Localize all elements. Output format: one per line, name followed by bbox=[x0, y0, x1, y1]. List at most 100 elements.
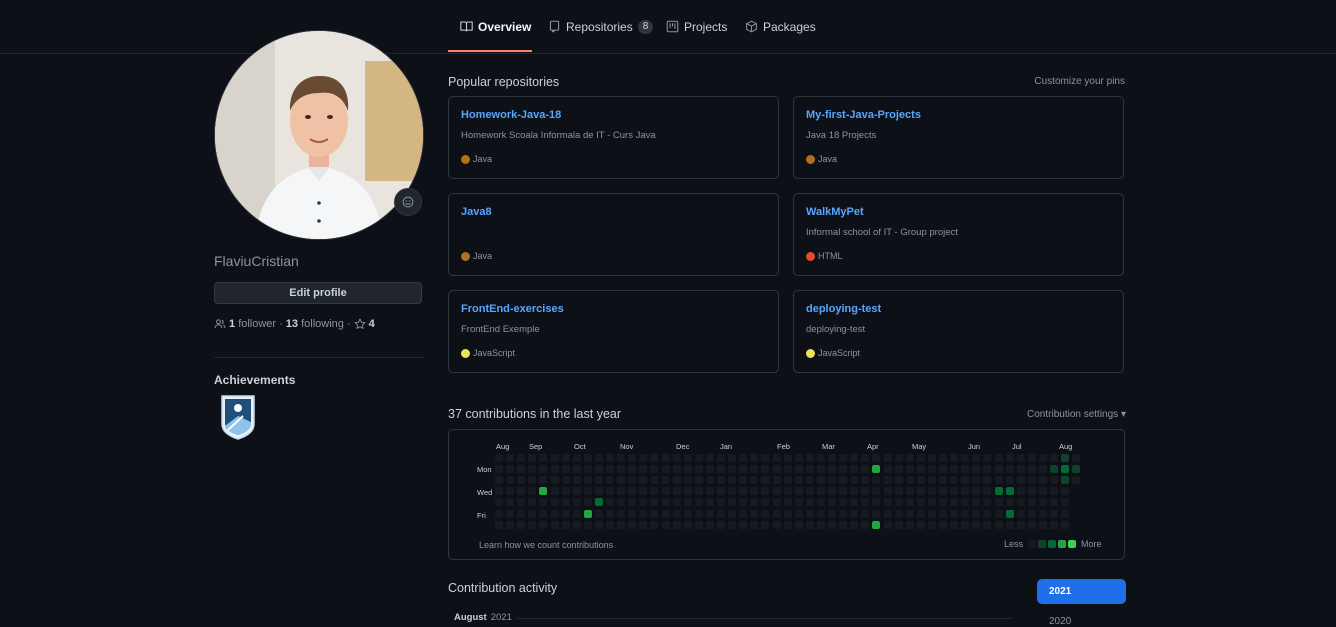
contribution-day[interactable] bbox=[1038, 520, 1047, 529]
contribution-day[interactable] bbox=[983, 509, 992, 518]
contribution-day[interactable] bbox=[550, 498, 559, 507]
contribution-day[interactable] bbox=[772, 454, 781, 462]
contribution-day[interactable] bbox=[1027, 498, 1036, 507]
contribution-day[interactable] bbox=[683, 465, 692, 474]
contribution-day[interactable] bbox=[528, 454, 537, 462]
contribution-day[interactable] bbox=[839, 498, 848, 507]
contribution-day[interactable] bbox=[805, 498, 814, 507]
contribution-day[interactable] bbox=[872, 487, 881, 496]
contribution-day[interactable] bbox=[1050, 487, 1058, 496]
contribution-day[interactable] bbox=[650, 487, 659, 496]
contribution-day[interactable] bbox=[772, 487, 781, 496]
contribution-day[interactable] bbox=[905, 465, 914, 474]
contribution-day[interactable] bbox=[561, 520, 570, 529]
contribution-day[interactable] bbox=[661, 498, 670, 507]
contribution-day[interactable] bbox=[983, 487, 992, 496]
contribution-day[interactable] bbox=[1038, 476, 1047, 485]
contribution-day[interactable] bbox=[783, 509, 792, 518]
contribution-day[interactable] bbox=[739, 520, 748, 529]
contribution-day[interactable] bbox=[883, 509, 892, 518]
contribution-day[interactable] bbox=[805, 520, 814, 529]
contribution-day[interactable] bbox=[683, 487, 692, 496]
learn-contributions-link[interactable]: Learn how we count contributions bbox=[479, 540, 613, 550]
contribution-day[interactable] bbox=[816, 454, 825, 462]
contribution-day[interactable] bbox=[1005, 465, 1014, 474]
contribution-day[interactable] bbox=[750, 498, 759, 507]
contribution-day[interactable] bbox=[1050, 509, 1058, 518]
contribution-day[interactable] bbox=[861, 520, 870, 529]
contribution-day[interactable] bbox=[972, 509, 981, 518]
contribution-day[interactable] bbox=[939, 465, 947, 474]
contribution-day[interactable] bbox=[606, 509, 614, 518]
contribution-day[interactable] bbox=[661, 476, 670, 485]
tab-projects[interactable]: Projects bbox=[666, 0, 727, 53]
contribution-day[interactable] bbox=[617, 520, 626, 529]
contribution-day[interactable] bbox=[561, 454, 570, 462]
contribution-day[interactable] bbox=[506, 520, 515, 529]
contribution-day[interactable] bbox=[894, 520, 903, 529]
contribution-day[interactable] bbox=[927, 487, 936, 496]
contribution-day[interactable] bbox=[950, 509, 959, 518]
contribution-day[interactable] bbox=[828, 454, 836, 462]
contribution-day[interactable] bbox=[694, 487, 703, 496]
contribution-day[interactable] bbox=[839, 487, 848, 496]
contribution-day[interactable] bbox=[628, 454, 637, 462]
contribution-day[interactable] bbox=[750, 476, 759, 485]
contribution-day[interactable] bbox=[1016, 454, 1025, 462]
contribution-day[interactable] bbox=[561, 465, 570, 474]
contribution-day[interactable] bbox=[606, 465, 614, 474]
contribution-day[interactable] bbox=[905, 454, 914, 462]
contribution-day[interactable] bbox=[617, 487, 626, 496]
contribution-day[interactable] bbox=[961, 509, 970, 518]
contribution-day[interactable] bbox=[661, 509, 670, 518]
contribution-day[interactable] bbox=[550, 509, 559, 518]
contribution-day[interactable] bbox=[705, 465, 714, 474]
contribution-day[interactable] bbox=[750, 509, 759, 518]
repo-link[interactable]: WalkMyPet bbox=[806, 206, 1111, 221]
contribution-day[interactable] bbox=[694, 520, 703, 529]
contribution-day[interactable] bbox=[650, 476, 659, 485]
repo-link[interactable]: My-first-Java-Projects bbox=[806, 109, 1111, 124]
contribution-day[interactable] bbox=[572, 509, 581, 518]
contribution-day[interactable] bbox=[506, 465, 515, 474]
contribution-day[interactable] bbox=[694, 509, 703, 518]
contribution-day[interactable] bbox=[583, 509, 592, 518]
contribution-day[interactable] bbox=[550, 476, 559, 485]
repo-link[interactable]: Java8 bbox=[461, 206, 766, 221]
contribution-day[interactable] bbox=[772, 509, 781, 518]
contribution-day[interactable] bbox=[916, 487, 925, 496]
contribution-day[interactable] bbox=[839, 454, 848, 462]
contribution-day[interactable] bbox=[861, 509, 870, 518]
contribution-day[interactable] bbox=[495, 465, 503, 474]
contribution-day[interactable] bbox=[672, 465, 681, 474]
contribution-day[interactable] bbox=[783, 498, 792, 507]
contribution-day[interactable] bbox=[650, 498, 659, 507]
contribution-day[interactable] bbox=[594, 520, 603, 529]
contribution-day[interactable] bbox=[805, 509, 814, 518]
contribution-day[interactable] bbox=[1016, 487, 1025, 496]
contribution-day[interactable] bbox=[950, 454, 959, 462]
contribution-day[interactable] bbox=[1005, 487, 1014, 496]
contribution-day[interactable] bbox=[617, 498, 626, 507]
contribution-day[interactable] bbox=[495, 520, 503, 529]
contribution-day[interactable] bbox=[972, 520, 981, 529]
contribution-day[interactable] bbox=[1050, 465, 1058, 474]
contribution-day[interactable] bbox=[816, 498, 825, 507]
contribution-day[interactable] bbox=[672, 487, 681, 496]
contribution-day[interactable] bbox=[839, 509, 848, 518]
repo-link[interactable]: deploying-test bbox=[806, 303, 1111, 318]
contribution-day[interactable] bbox=[894, 487, 903, 496]
contribution-day[interactable] bbox=[650, 520, 659, 529]
contribution-day[interactable] bbox=[1027, 465, 1036, 474]
contribution-day[interactable] bbox=[606, 498, 614, 507]
contribution-day[interactable] bbox=[728, 520, 737, 529]
contribution-day[interactable] bbox=[495, 454, 503, 462]
contribution-day[interactable] bbox=[683, 476, 692, 485]
contribution-day[interactable] bbox=[694, 465, 703, 474]
contribution-day[interactable] bbox=[939, 520, 947, 529]
contribution-day[interactable] bbox=[1016, 476, 1025, 485]
contribution-day[interactable] bbox=[905, 498, 914, 507]
contribution-day[interactable] bbox=[717, 454, 725, 462]
contribution-day[interactable] bbox=[572, 465, 581, 474]
contribution-day[interactable] bbox=[628, 487, 637, 496]
